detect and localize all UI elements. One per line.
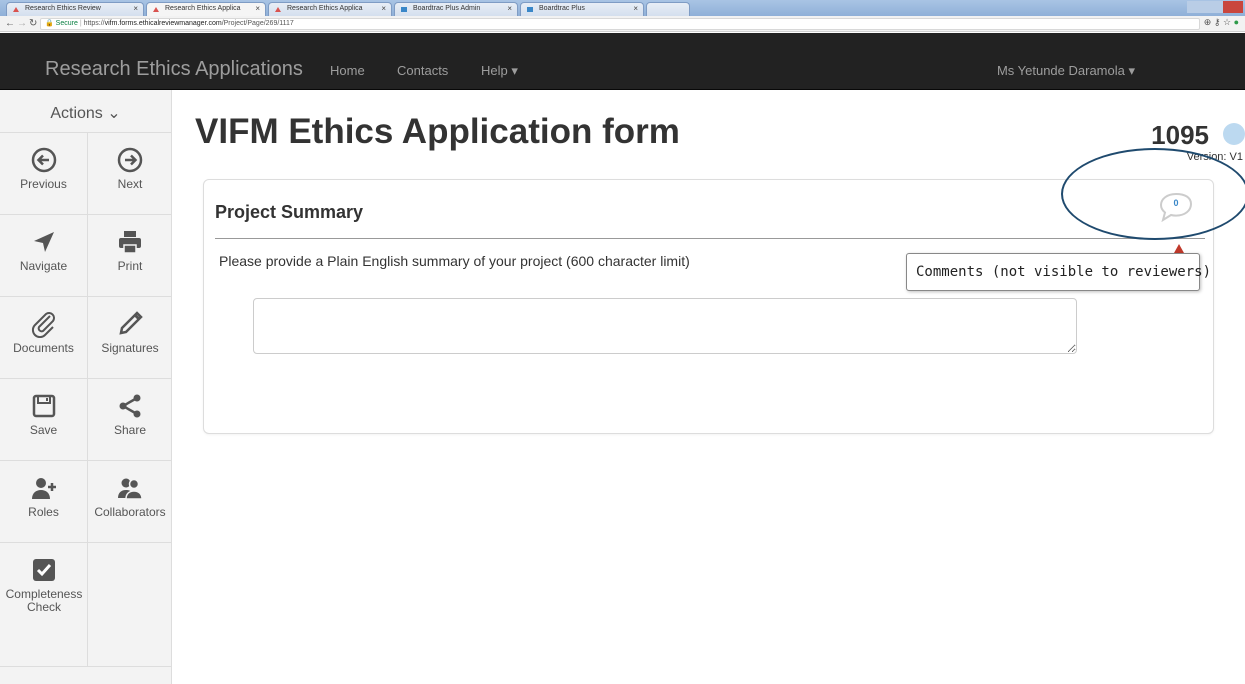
- arrow-right-circle-icon: [117, 147, 143, 173]
- print-button[interactable]: Print: [88, 215, 172, 297]
- browser-tab[interactable]: Boardtrac Plus ×: [520, 2, 644, 16]
- summary-textarea[interactable]: [253, 298, 1077, 354]
- reload-icon[interactable]: ↻: [29, 17, 37, 30]
- comments-tooltip: Comments (not visible to reviewers): [906, 253, 1211, 291]
- printer-icon: [119, 231, 141, 254]
- close-icon[interactable]: ×: [381, 3, 386, 15]
- save-button[interactable]: Save: [0, 379, 88, 461]
- completeness-check-label: Completeness Check: [5, 587, 83, 614]
- key-icon[interactable]: ⚷: [1214, 17, 1221, 27]
- panel-divider: [215, 238, 1205, 239]
- close-icon[interactable]: ×: [133, 3, 138, 15]
- url-field[interactable]: 🔒 Secure | https://vifm.forms.ethicalrev…: [40, 18, 1200, 30]
- app-navbar: Research Ethics Applications Home Contac…: [0, 33, 1245, 90]
- share-icon: [119, 394, 141, 418]
- users-icon: [118, 478, 143, 500]
- favicon-icon: [153, 7, 159, 12]
- browser-tab[interactable]: Research Ethics Review ×: [6, 2, 144, 16]
- annotation-ellipse: [1061, 148, 1245, 240]
- tab-label: Research Ethics Applica: [165, 5, 241, 12]
- address-bar: ← → ↻ 🔒 Secure | https://vifm.forms.ethi…: [0, 16, 1245, 32]
- extension-icon[interactable]: ●: [1234, 17, 1239, 27]
- url-path: /Project/Page/269/1117: [221, 20, 294, 27]
- new-tab-button[interactable]: [646, 2, 690, 16]
- favicon-icon: [401, 7, 407, 12]
- star-icon[interactable]: ☆: [1223, 17, 1231, 27]
- close-window-icon[interactable]: [1223, 1, 1243, 13]
- location-arrow-icon: [33, 232, 54, 252]
- nav-contacts[interactable]: Contacts: [397, 63, 448, 78]
- project-summary-panel: Project Summary Please provide a Plain E…: [203, 179, 1214, 434]
- paperclip-icon: [31, 312, 55, 338]
- address-bar-icons: ⊕ ⚷ ☆ ●: [1204, 17, 1239, 28]
- documents-label: Documents: [13, 341, 74, 355]
- help-icon[interactable]: [1223, 123, 1245, 145]
- checkbox-icon: [32, 559, 55, 581]
- forward-icon[interactable]: →: [17, 17, 27, 30]
- share-button[interactable]: Share: [88, 379, 172, 461]
- signatures-label: Signatures: [101, 341, 159, 355]
- close-icon[interactable]: ×: [507, 3, 512, 15]
- browser-tab-active[interactable]: Research Ethics Applica ×: [146, 2, 266, 16]
- secure-label: Secure: [55, 20, 78, 27]
- url-host: vifm.forms.ethicalreviewmanager.com: [104, 20, 222, 27]
- arrow-left-circle-icon: [31, 147, 56, 173]
- next-label: Next: [117, 177, 143, 191]
- floppy-disk-icon: [32, 394, 55, 418]
- page-title: VIFM Ethics Application form: [195, 112, 680, 151]
- actions-sidebar: Actions ⌄ Previous Next Navigate Print D…: [0, 90, 172, 684]
- browser-tab[interactable]: Boardtrac Plus Admin ×: [394, 2, 518, 16]
- lock-icon: 🔒: [45, 20, 54, 27]
- navigate-label: Navigate: [19, 259, 68, 273]
- back-icon[interactable]: ←: [5, 17, 15, 30]
- minimize-icon[interactable]: [1187, 1, 1205, 13]
- browser-tab-bar: Research Ethics Review × Research Ethics…: [0, 0, 1245, 16]
- favicon-icon: [275, 7, 281, 12]
- question-label: Please provide a Plain English summary o…: [219, 253, 690, 269]
- documents-button[interactable]: Documents: [0, 297, 88, 379]
- share-label: Share: [113, 423, 147, 437]
- panel-title: Project Summary: [215, 202, 364, 222]
- save-label: Save: [29, 423, 58, 437]
- roles-label: Roles: [28, 505, 59, 519]
- empty-cell: [88, 543, 172, 667]
- pen-icon: [119, 311, 143, 335]
- navigate-button[interactable]: Navigate: [0, 215, 88, 297]
- nav-help[interactable]: Help ▾: [481, 63, 518, 79]
- nav-home[interactable]: Home: [330, 63, 365, 78]
- favicon-icon: [527, 7, 533, 12]
- add-user-icon: [31, 478, 56, 499]
- roles-button[interactable]: Roles: [0, 461, 88, 543]
- actions-dropdown[interactable]: Actions ⌄: [0, 90, 171, 133]
- maximize-icon[interactable]: [1205, 1, 1223, 13]
- signatures-button[interactable]: Signatures: [88, 297, 172, 379]
- tab-label: Boardtrac Plus: [539, 5, 585, 12]
- url-scheme: https://: [83, 20, 105, 27]
- print-label: Print: [117, 259, 143, 273]
- zoom-icon[interactable]: ⊕: [1204, 17, 1212, 27]
- tab-label: Research Ethics Review: [25, 5, 101, 12]
- previous-button[interactable]: Previous: [0, 133, 88, 215]
- collaborators-label: Collaborators: [94, 505, 166, 519]
- browser-tab[interactable]: Research Ethics Applica ×: [268, 2, 392, 16]
- user-menu[interactable]: Ms Yetunde Daramola ▾: [997, 63, 1135, 79]
- next-button[interactable]: Next: [88, 133, 172, 215]
- brand-title[interactable]: Research Ethics Applications: [45, 58, 303, 81]
- previous-label: Previous: [20, 177, 67, 191]
- tab-label: Research Ethics Applica: [287, 5, 363, 12]
- project-number: 1095: [1151, 120, 1209, 150]
- close-icon[interactable]: ×: [255, 3, 260, 15]
- window-controls: [1187, 0, 1245, 13]
- completeness-check-button[interactable]: Completeness Check: [0, 543, 88, 667]
- favicon-icon: [13, 7, 19, 12]
- tab-label: Boardtrac Plus Admin: [413, 5, 481, 12]
- tooltip-caret: [1174, 244, 1184, 253]
- close-icon[interactable]: ×: [633, 3, 638, 15]
- collaborators-button[interactable]: Collaborators: [88, 461, 172, 543]
